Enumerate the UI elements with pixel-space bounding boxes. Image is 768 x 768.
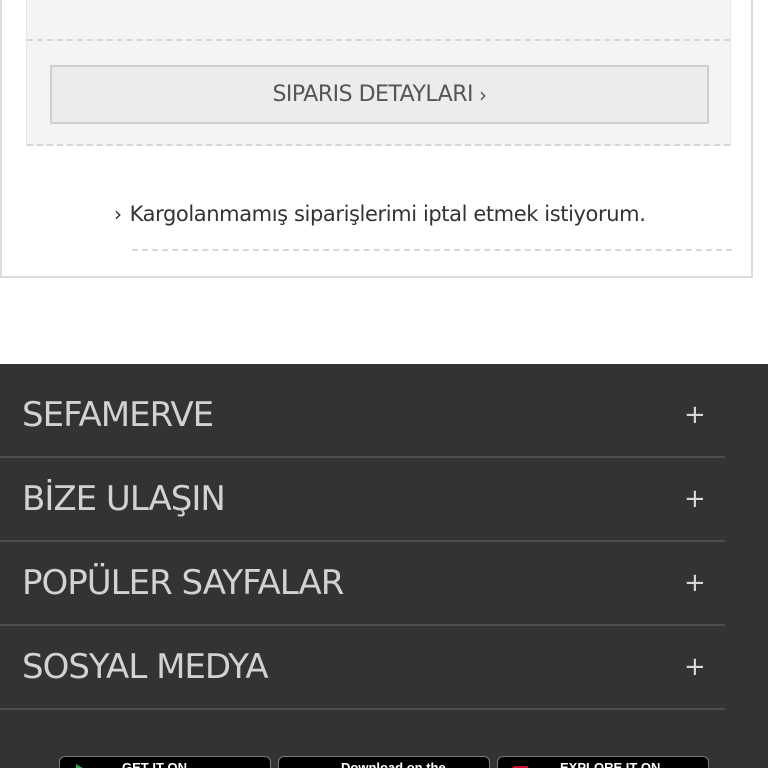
google-play-badge[interactable]: GET IT ON	[59, 756, 271, 768]
store-badges: GET IT ON Download on the EXPLORE IT ON	[0, 756, 768, 768]
dashed-divider	[27, 39, 730, 41]
chevron-right-icon: ›	[479, 82, 487, 107]
google-play-badge-text: GET IT ON	[122, 760, 187, 768]
plus-icon[interactable]: +	[684, 542, 706, 624]
footer-section-label: SEFAMERVE	[22, 395, 214, 435]
footer: SEFAMERVE + BİZE ULAŞIN + POPÜLER SAYFAL…	[0, 364, 768, 768]
plus-icon[interactable]: +	[684, 374, 706, 456]
dashed-divider	[132, 249, 732, 251]
footer-section-social-media[interactable]: SOSYAL MEDYA +	[0, 626, 725, 710]
plus-icon[interactable]: +	[684, 626, 706, 708]
google-play-icon	[76, 764, 83, 768]
cancel-orders-label: Kargolanmamış siparişlerimi iptal etmek …	[129, 202, 646, 226]
order-details-label: SIPARIS DETAYLARI	[272, 82, 474, 107]
footer-section-contact[interactable]: BİZE ULAŞIN +	[0, 458, 725, 542]
appgallery-icon	[512, 766, 528, 768]
footer-section-label: POPÜLER SAYFALAR	[22, 563, 344, 603]
app-store-badge[interactable]: Download on the	[278, 756, 490, 768]
order-box: SIPARIS DETAYLARI ›	[26, 0, 731, 146]
apple-icon	[293, 763, 309, 768]
order-details-button[interactable]: SIPARIS DETAYLARI ›	[50, 65, 709, 124]
footer-section-label: BİZE ULAŞIN	[22, 479, 226, 519]
chevron-right-icon: ›	[114, 202, 122, 226]
plus-icon[interactable]: +	[684, 458, 706, 540]
order-card: SIPARIS DETAYLARI › › Kargolanmamış sipa…	[0, 0, 753, 278]
footer-section-sefamerve[interactable]: SEFAMERVE +	[0, 374, 725, 458]
app-store-badge-text: Download on the	[341, 760, 446, 768]
footer-section-popular-pages[interactable]: POPÜLER SAYFALAR +	[0, 542, 725, 626]
cancel-orders-link[interactable]: › Kargolanmamış siparişlerimi iptal etme…	[114, 202, 646, 226]
appgallery-badge[interactable]: EXPLORE IT ON	[497, 756, 709, 768]
appgallery-badge-text: EXPLORE IT ON	[560, 760, 661, 768]
footer-section-label: SOSYAL MEDYA	[22, 647, 269, 687]
dashed-divider	[27, 144, 730, 146]
